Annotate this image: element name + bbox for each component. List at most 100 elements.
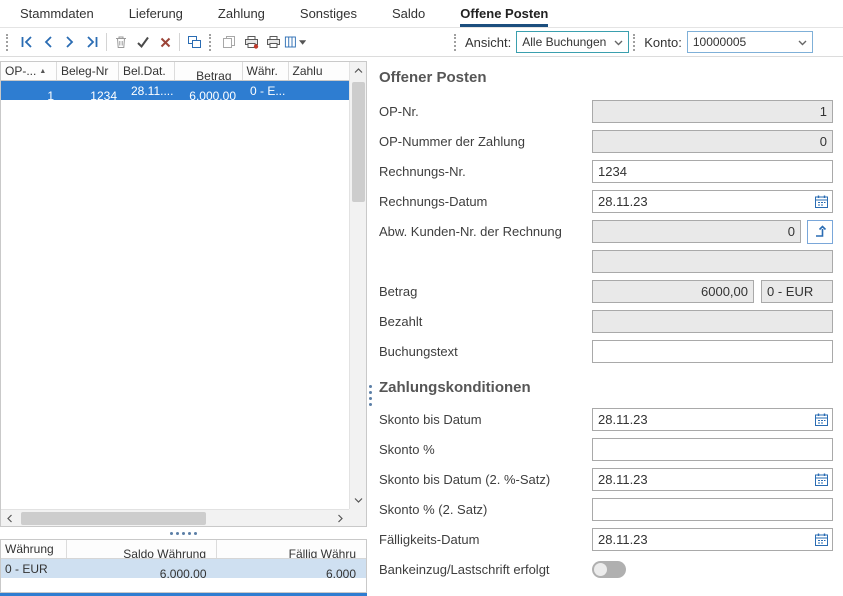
copy-button[interactable] (218, 30, 240, 54)
field-row-rechnungs-datum: Rechnungs-Datum (379, 190, 833, 213)
op-table-horizontal-scrollbar[interactable] (1, 509, 349, 526)
print-button[interactable] (262, 30, 284, 54)
splitter-dots-icon (170, 532, 197, 535)
previous-record-icon (42, 35, 54, 49)
column-label: Saldo Währung (123, 547, 206, 558)
switch-view-button[interactable] (183, 30, 205, 54)
op-nummer-zahlung-label: OP-Nummer der Zahlung (379, 134, 592, 149)
tab-lieferung[interactable]: Lieferung (129, 0, 183, 27)
confirm-icon (136, 35, 150, 49)
saldo-table-header: Währung Saldo Währung Fällig Währu (1, 540, 366, 559)
tab-bar: Stammdaten Lieferung Zahlung Sonstiges S… (0, 0, 843, 28)
skonto-prozent-2-input[interactable] (592, 498, 833, 521)
bankeinzug-label: Bankeinzug/Lastschrift erfolgt (379, 562, 592, 577)
next-record-button[interactable] (59, 30, 81, 54)
column-header-saldo-waehrung[interactable]: Saldo Währung (67, 540, 217, 558)
tab-stammdaten[interactable]: Stammdaten (20, 0, 94, 27)
skonto-bis-datum-input[interactable] (592, 408, 833, 431)
field-row-op-nummer-zahlung: OP-Nummer der Zahlung (379, 130, 833, 153)
column-header-beleg-nr[interactable]: Beleg-Nr (57, 62, 119, 80)
saldo-table-row[interactable]: 0 - EUR 6.000,00 6.000 (1, 559, 366, 578)
vertical-scroll-thumb[interactable] (352, 82, 365, 202)
cancel-button[interactable] (154, 30, 176, 54)
scroll-left-icon[interactable] (1, 510, 18, 527)
horizontal-panel-splitter[interactable] (0, 527, 367, 539)
betrag-input[interactable] (592, 280, 754, 303)
panel-splitter[interactable] (367, 57, 375, 596)
last-record-icon (85, 35, 100, 49)
column-header-zahlung[interactable]: Zahlu (289, 62, 350, 80)
skonto-prozent-input[interactable] (592, 438, 833, 461)
skonto-bis-datum-2-calendar-button[interactable] (812, 470, 831, 489)
tab-offene-posten[interactable]: Offene Posten (460, 0, 548, 27)
op-nr-input[interactable] (592, 100, 833, 123)
print-settings-button[interactable] (240, 30, 262, 54)
abw-kunden-nr-label: Abw. Kunden-Nr. der Rechnung (379, 224, 592, 239)
column-header-waehrung[interactable]: Währung (1, 540, 67, 558)
tab-zahlung[interactable]: Zahlung (218, 0, 265, 27)
first-record-button[interactable] (15, 30, 37, 54)
scroll-right-icon[interactable] (332, 510, 349, 527)
delete-button[interactable] (110, 30, 132, 54)
confirm-button[interactable] (132, 30, 154, 54)
toolbar-grip[interactable] (6, 34, 10, 51)
toolbar-grip[interactable] (633, 34, 637, 51)
chevron-down-icon (299, 40, 306, 45)
abw-kunden-name-input[interactable] (592, 250, 833, 273)
op-table-body: 1 1234 28.11.... 6.000,00 0 - E... (1, 81, 349, 100)
rechnungs-nr-input[interactable] (592, 160, 833, 183)
konto-value: 10000005 (693, 35, 746, 49)
jump-to-kunde-button[interactable] (807, 220, 833, 244)
faelligkeits-datum-calendar-button[interactable] (812, 530, 831, 549)
op-nummer-zahlung-input[interactable] (592, 130, 833, 153)
last-record-button[interactable] (81, 30, 103, 54)
column-header-waehrung[interactable]: Währ. (243, 62, 289, 80)
toolbar-grip[interactable] (454, 34, 458, 51)
previous-record-button[interactable] (37, 30, 59, 54)
field-row-faelligkeits-datum: Fälligkeits-Datum (379, 528, 833, 551)
skonto-bis-datum-2-input[interactable] (592, 468, 833, 491)
scroll-up-icon[interactable] (350, 62, 367, 79)
buchungstext-input[interactable] (592, 340, 833, 363)
toolbar-grip[interactable] (209, 34, 213, 51)
left-panel: OP-... ▲ Beleg-Nr Bel.Dat. Betrag Währ. (0, 57, 367, 596)
rechnungs-nr-label: Rechnungs-Nr. (379, 164, 592, 179)
horizontal-scroll-thumb[interactable] (21, 512, 206, 525)
field-row-skonto-bis-datum: Skonto bis Datum (379, 408, 833, 431)
scrollbar-corner (349, 509, 366, 526)
column-label: Fällig Währu (289, 547, 356, 558)
rechnungs-datum-input[interactable] (592, 190, 833, 213)
field-row-op-nr: OP-Nr. (379, 100, 833, 123)
skonto-bis-datum-calendar-button[interactable] (812, 410, 831, 429)
op-table-row[interactable]: 1 1234 28.11.... 6.000,00 0 - E... (1, 81, 349, 100)
betrag-currency-field[interactable]: 0 - EUR (761, 280, 833, 303)
cell-op-nr: 1 (1, 81, 64, 100)
bezahlt-input[interactable] (592, 310, 833, 333)
cell-zahlung (292, 81, 349, 100)
field-row-bezahlt: Bezahlt (379, 310, 833, 333)
bankeinzug-toggle[interactable] (592, 561, 626, 578)
op-table-vertical-scrollbar[interactable] (349, 62, 366, 509)
field-row-abw-kunden-name (379, 250, 833, 273)
column-header-op-nr[interactable]: OP-... ▲ (1, 62, 57, 80)
column-header-bel-dat[interactable]: Bel.Dat. (119, 62, 175, 80)
rechnungs-datum-calendar-button[interactable] (812, 192, 831, 211)
toolbar-separator (179, 33, 180, 51)
column-label: Beleg-Nr (61, 64, 108, 78)
ansicht-select[interactable]: Alle Buchungen (516, 31, 629, 53)
column-header-betrag[interactable]: Betrag (175, 62, 243, 80)
field-row-bankeinzug: Bankeinzug/Lastschrift erfolgt (379, 558, 833, 581)
tab-saldo[interactable]: Saldo (392, 0, 425, 27)
konto-combobox[interactable]: 10000005 (687, 31, 813, 53)
column-label: Währung (5, 542, 54, 556)
chevron-down-icon (798, 40, 807, 46)
columns-button[interactable] (284, 30, 306, 54)
column-label: Zahlu (293, 64, 323, 78)
column-header-faellig-waehrung[interactable]: Fällig Währu (217, 540, 366, 558)
delete-icon (114, 35, 128, 49)
scroll-down-icon[interactable] (350, 492, 367, 509)
tab-sonstiges[interactable]: Sonstiges (300, 0, 357, 27)
abw-kunden-nr-input[interactable] (592, 220, 801, 243)
faelligkeits-datum-input[interactable] (592, 528, 833, 551)
calendar-icon (814, 532, 829, 547)
